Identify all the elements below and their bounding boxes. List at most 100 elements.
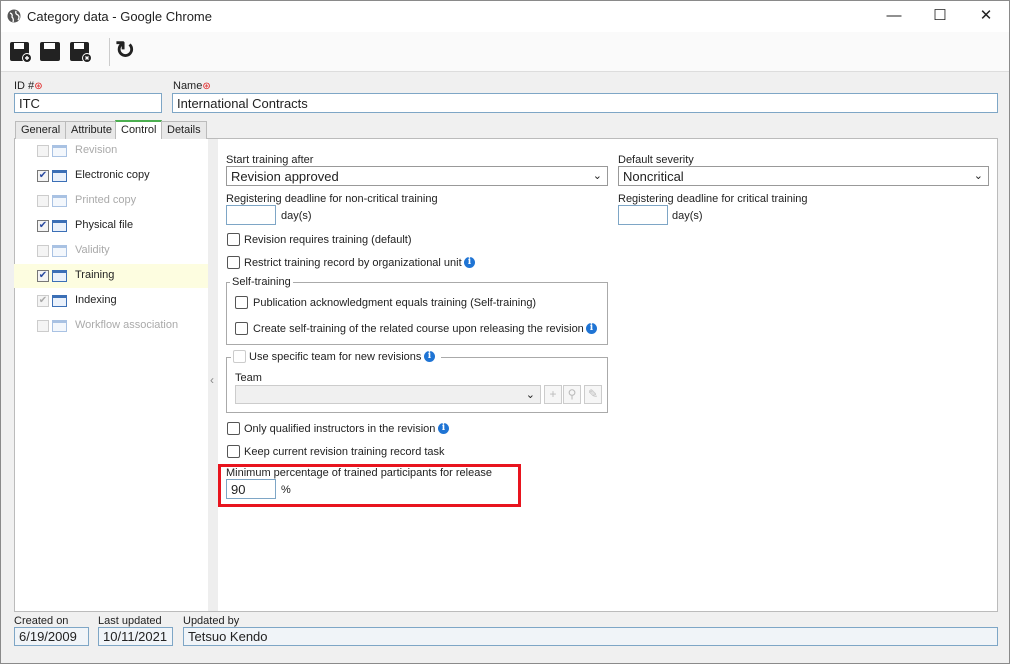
only-qualified-label: Only qualified instructors in the revisi… xyxy=(244,423,436,435)
days-unit: day(s) xyxy=(672,210,703,222)
checkbox[interactable]: ✔ xyxy=(37,295,49,307)
create-self-training-checkbox[interactable] xyxy=(235,322,248,335)
name-label: Name⊛ xyxy=(173,80,211,92)
info-icon[interactable]: i xyxy=(586,323,597,334)
name-label-text: Name xyxy=(173,80,203,92)
team-select[interactable]: ⌄ xyxy=(235,385,541,404)
form-icon xyxy=(52,270,67,282)
minimize-button[interactable]: — xyxy=(879,5,909,27)
sidebar-item-revision[interactable]: Revision xyxy=(14,139,208,163)
sidebar-item-label: Indexing xyxy=(75,294,117,306)
critical-deadline-input[interactable] xyxy=(618,205,668,225)
globe-icon xyxy=(7,9,21,23)
clear-team-button[interactable]: ✎ xyxy=(584,385,602,404)
self-training-legend: Self-training xyxy=(230,276,293,288)
sidebar-item-label: Electronic copy xyxy=(75,169,150,181)
close-button[interactable]: ✕ xyxy=(971,5,1001,27)
tab-general[interactable]: General xyxy=(15,121,67,139)
sidebar-item-printed-copy[interactable]: Printed copy xyxy=(14,189,208,213)
sidebar-item-label: Validity xyxy=(75,244,110,256)
revision-requires-training-checkbox[interactable] xyxy=(227,233,240,246)
form-icon xyxy=(52,145,67,157)
start-training-label: Start training after xyxy=(226,154,314,166)
publication-ack-label: Publication acknowledgment equals traini… xyxy=(253,297,537,309)
tab-control[interactable]: Control xyxy=(115,120,163,139)
sidebar-item-physical-file[interactable]: ✔ Physical file xyxy=(14,214,208,238)
id-label-text: ID # xyxy=(14,80,35,92)
self-training-fieldset xyxy=(226,282,608,345)
sidebar-item-electronic-copy[interactable]: ✔ Electronic copy xyxy=(14,164,208,188)
sidebar-item-workflow-association[interactable]: Workflow association xyxy=(14,314,208,338)
form-icon xyxy=(52,170,67,182)
collapse-arrow-icon[interactable]: ‹ xyxy=(210,373,214,387)
start-training-select[interactable]: Revision approved ⌄ xyxy=(226,166,608,186)
sidebar-item-indexing[interactable]: ✔ Indexing xyxy=(14,289,208,313)
noncritical-deadline-input[interactable] xyxy=(226,205,276,225)
min-percentage-input[interactable]: 90 xyxy=(226,479,276,499)
keep-current-checkbox[interactable] xyxy=(227,445,240,458)
toolbar: ↻ xyxy=(1,32,1009,72)
info-icon[interactable]: i xyxy=(464,257,475,268)
default-severity-value: Noncritical xyxy=(623,169,684,184)
form-icon xyxy=(52,245,67,257)
required-icon: ⊛ xyxy=(34,81,43,92)
info-icon[interactable]: i xyxy=(424,351,435,362)
updated-value: 10/11/2021 xyxy=(98,627,173,646)
binoculars-icon: ⚲ xyxy=(567,387,577,401)
title-bar: Category data - Google Chrome — ☐ ✕ xyxy=(1,1,1009,32)
use-specific-team-label: Use specific team for new revisions xyxy=(249,351,422,363)
checkbox[interactable]: ✔ xyxy=(37,270,49,282)
toolbar-divider xyxy=(109,38,110,66)
form-icon xyxy=(52,320,67,332)
only-qualified-checkbox[interactable] xyxy=(227,422,240,435)
name-input[interactable]: International Contracts xyxy=(172,93,998,113)
revision-requires-training-label: Revision requires training (default) xyxy=(244,234,412,246)
default-severity-label: Default severity xyxy=(618,154,694,166)
required-icon: ⊛ xyxy=(202,81,211,92)
form-icon xyxy=(52,195,67,207)
updated-by-value: Tetsuo Kendo xyxy=(183,627,998,646)
critical-deadline-label: Registering deadline for critical traini… xyxy=(618,193,808,205)
search-team-button[interactable]: ⚲ xyxy=(563,385,581,404)
keep-current-label: Keep current revision training record ta… xyxy=(244,446,445,458)
id-label: ID #⊛ xyxy=(14,80,43,92)
percent-unit: % xyxy=(281,484,291,496)
checkbox[interactable] xyxy=(37,320,49,332)
id-input[interactable]: ITC xyxy=(14,93,162,113)
maximize-button[interactable]: ☐ xyxy=(925,5,955,27)
save-new-icon[interactable] xyxy=(9,40,33,64)
checkbox[interactable] xyxy=(37,195,49,207)
created-label: Created on xyxy=(14,615,69,627)
use-specific-team-checkbox[interactable] xyxy=(233,350,246,363)
checkbox[interactable] xyxy=(37,145,49,157)
add-team-button[interactable]: + xyxy=(544,385,562,404)
info-icon[interactable]: i xyxy=(438,423,449,434)
chevron-down-icon: ⌄ xyxy=(592,170,602,182)
tab-attribute[interactable]: Attribute xyxy=(65,121,118,139)
updated-by-label: Updated by xyxy=(183,615,240,627)
default-severity-select[interactable]: Noncritical ⌄ xyxy=(618,166,989,186)
tab-details[interactable]: Details xyxy=(161,121,207,139)
checkbox[interactable]: ✔ xyxy=(37,220,49,232)
panel-splitter[interactable]: ‹ xyxy=(208,139,218,611)
refresh-icon[interactable]: ↻ xyxy=(115,36,135,65)
sidebar-item-label: Training xyxy=(75,269,115,281)
publication-ack-checkbox[interactable] xyxy=(235,296,248,309)
updated-label: Last updated xyxy=(98,615,162,627)
sidebar-item-label: Printed copy xyxy=(75,194,137,206)
sidebar-item-label: Revision xyxy=(75,144,118,156)
created-value: 6/19/2009 xyxy=(14,627,89,646)
team-label: Team xyxy=(235,372,262,384)
chevron-down-icon: ⌄ xyxy=(973,170,983,182)
checkbox[interactable] xyxy=(37,245,49,257)
window-title: Category data - Google Chrome xyxy=(27,9,212,24)
checkbox[interactable]: ✔ xyxy=(37,170,49,182)
create-self-training-label: Create self-training of the related cour… xyxy=(253,323,584,335)
restrict-training-record-checkbox[interactable] xyxy=(227,256,240,269)
save-close-icon[interactable] xyxy=(69,40,93,64)
form-icon xyxy=(52,295,67,307)
sidebar-item-training[interactable]: ✔ Training xyxy=(14,264,208,288)
sidebar-item-validity[interactable]: Validity xyxy=(14,239,208,263)
form-icon xyxy=(52,220,67,232)
save-icon[interactable] xyxy=(39,40,63,64)
